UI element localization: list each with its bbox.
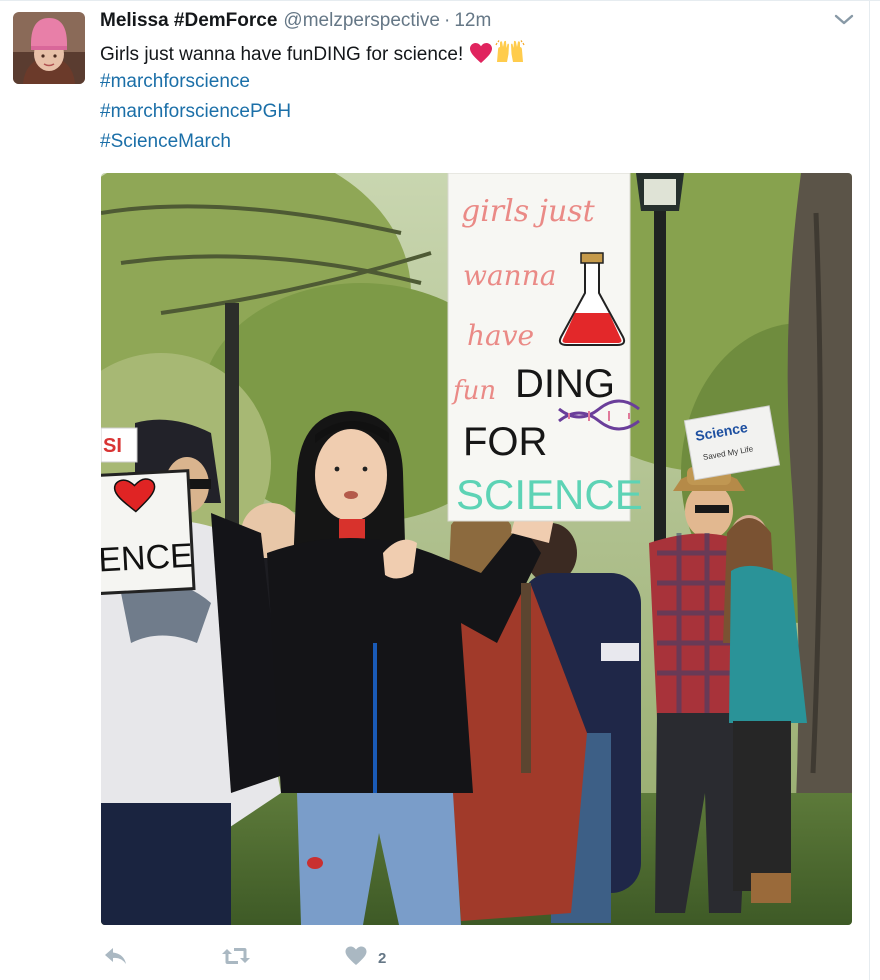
- tweet-text: Girls just wanna have funDING for scienc…: [100, 40, 525, 71]
- reply-icon: [102, 945, 128, 972]
- sign-line6: SCIENCE: [456, 471, 643, 518]
- hashtag-link[interactable]: #ScienceMarch: [100, 130, 231, 154]
- author-handle[interactable]: @melzperspective: [283, 10, 440, 32]
- sign-line1: girls just: [461, 194, 596, 229]
- hashtag-link[interactable]: #marchforsciencePGH: [100, 100, 291, 124]
- hashtag-link[interactable]: #marchforscience: [100, 70, 250, 94]
- author-name[interactable]: Melissa #DemForce: [100, 10, 277, 32]
- tweet-header: Melissa #DemForce @melzperspective · 12m: [100, 10, 491, 36]
- tweet-actions: 2: [100, 943, 500, 973]
- tweet-card[interactable]: Melissa #DemForce @melzperspective · 12m…: [0, 0, 880, 980]
- tweet-text-body: Girls just wanna have funDING for scienc…: [100, 44, 464, 65]
- tweet-photo[interactable]: Science Saved My Life SI ENCE girls just…: [101, 173, 852, 925]
- sign-line5: FOR: [463, 420, 547, 464]
- sign-line4a: fun: [451, 376, 496, 406]
- retweet-icon: [220, 945, 252, 972]
- like-count: 2: [378, 949, 387, 967]
- sign-line2: wanna: [463, 259, 556, 292]
- retweet-button[interactable]: [220, 943, 252, 973]
- red-heart-emoji: [469, 42, 493, 71]
- reply-button[interactable]: [102, 943, 128, 973]
- left-sign-text: ENCE: [101, 537, 194, 580]
- sign-line3: have: [467, 319, 534, 352]
- heart-icon: [344, 945, 368, 972]
- top-divider: [0, 0, 880, 1]
- tweet-timestamp[interactable]: 12m: [454, 10, 491, 32]
- like-button[interactable]: 2: [344, 943, 386, 973]
- chevron-down-icon[interactable]: [832, 10, 856, 30]
- separator-dot: ·: [444, 10, 451, 31]
- far-left-sign-text: SI: [103, 435, 122, 457]
- sign-line4b: DING: [515, 362, 615, 406]
- avatar[interactable]: [13, 12, 85, 84]
- raising-hands-emoji: [495, 40, 525, 71]
